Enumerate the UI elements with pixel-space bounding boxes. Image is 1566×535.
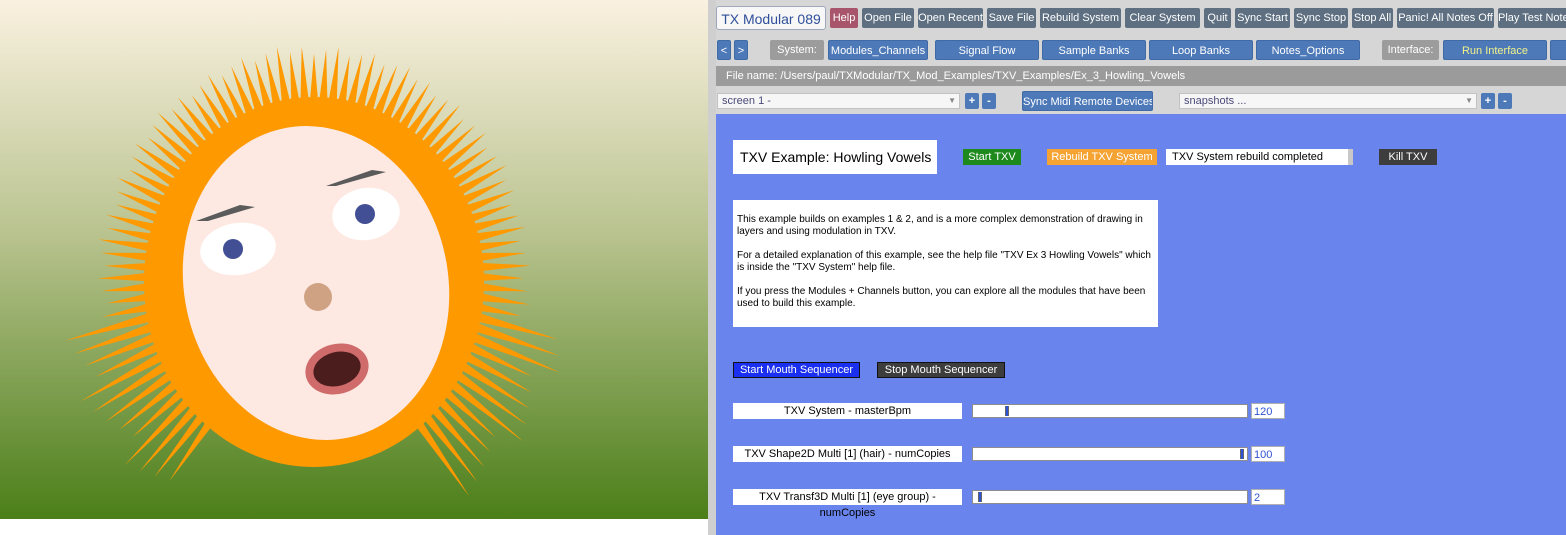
description-paragraph-2: For a detailed explanation of this examp… — [737, 250, 1151, 273]
interface-panel: TXV Example: Howling Vowels Start TXV Re… — [716, 114, 1566, 535]
tx-modular-window: TX Modular 089 Help Open File Open Recen… — [716, 0, 1566, 535]
stop-mouth-sequencer-button[interactable]: Stop Mouth Sequencer — [877, 362, 1005, 378]
pane-divider[interactable] — [708, 0, 716, 535]
rebuild-system-button[interactable]: Rebuild System — [1040, 8, 1121, 28]
remove-snapshot-button[interactable]: - — [1498, 93, 1512, 109]
system-label: System: — [770, 40, 824, 60]
overflow-interface-button[interactable] — [1550, 40, 1566, 60]
slider-thumb[interactable] — [978, 492, 982, 502]
previous-screen-button[interactable]: < — [717, 40, 731, 60]
snapshots-select-value: snapshots ... — [1184, 95, 1247, 107]
kill-txv-button[interactable]: Kill TXV — [1379, 149, 1437, 165]
screen-select[interactable]: screen 1 - ▼ — [717, 93, 960, 109]
slider-thumb[interactable] — [1240, 449, 1244, 459]
description-box: This example builds on examples 1 & 2, a… — [733, 200, 1158, 327]
chevron-down-icon: ▼ — [948, 96, 956, 105]
loop-banks-button[interactable]: Loop Banks — [1149, 40, 1253, 60]
notes-options-button[interactable]: Notes_Options — [1256, 40, 1360, 60]
description-paragraph-3: If you press the Modules + Channels butt… — [737, 286, 1146, 309]
master-bpm-value[interactable]: 120 — [1251, 403, 1285, 419]
open-recent-button[interactable]: Open Recent — [918, 8, 983, 28]
master-bpm-slider[interactable] — [972, 404, 1248, 418]
sync-stop-button[interactable]: Sync Stop — [1294, 8, 1348, 28]
start-txv-button[interactable]: Start TXV — [963, 149, 1021, 165]
add-snapshot-button[interactable]: + — [1481, 93, 1495, 109]
eye-group-numcopies-slider[interactable] — [972, 490, 1248, 504]
rebuild-txv-system-button[interactable]: Rebuild TXV System — [1047, 149, 1157, 165]
start-mouth-sequencer-button[interactable]: Start Mouth Sequencer — [733, 362, 860, 378]
run-interface-button[interactable]: Run Interface — [1443, 40, 1547, 60]
sync-start-button[interactable]: Sync Start — [1235, 8, 1290, 28]
face-artwork — [0, 0, 708, 519]
hair-numcopies-value[interactable]: 100 — [1251, 446, 1285, 462]
open-file-button[interactable]: Open File — [862, 8, 914, 28]
snapshots-select[interactable]: snapshots ... ▼ — [1179, 93, 1477, 109]
right-pupil — [355, 204, 375, 224]
render-canvas — [0, 0, 708, 519]
screen-select-value: screen 1 - — [722, 95, 771, 107]
panic-all-notes-off-button[interactable]: Panic! All Notes Off — [1397, 8, 1494, 28]
nose — [304, 283, 332, 311]
example-title: TXV Example: Howling Vowels — [733, 140, 937, 174]
description-paragraph-1: This example builds on examples 1 & 2, a… — [737, 214, 1143, 237]
modules-channels-button[interactable]: Modules_Channels — [828, 40, 928, 60]
eye-group-numcopies-label: TXV Transf3D Multi [1] (eye group) - num… — [733, 489, 962, 519]
add-screen-button[interactable]: + — [965, 93, 979, 109]
save-file-button[interactable]: Save File — [987, 8, 1036, 28]
txv-status-field: TXV System rebuild completed — [1166, 149, 1353, 165]
slider-thumb[interactable] — [1005, 406, 1009, 416]
play-test-note-button[interactable]: Play Test Note — [1498, 8, 1566, 28]
next-screen-button[interactable]: > — [734, 40, 748, 60]
clear-system-button[interactable]: Clear System — [1125, 8, 1200, 28]
signal-flow-button[interactable]: Signal Flow — [935, 40, 1039, 60]
interface-label: Interface: — [1382, 40, 1439, 60]
sample-banks-button[interactable]: Sample Banks — [1042, 40, 1146, 60]
app-title: TX Modular 089 — [716, 6, 826, 30]
left-pupil — [223, 239, 243, 259]
hair-numcopies-slider[interactable] — [972, 447, 1248, 461]
help-button[interactable]: Help — [830, 8, 858, 28]
file-name-bar: File name: /Users/paul/TXModular/TX_Mod_… — [716, 66, 1566, 86]
hair-numcopies-label: TXV Shape2D Multi [1] (hair) - numCopies — [733, 446, 962, 462]
quit-button[interactable]: Quit — [1204, 8, 1231, 28]
master-bpm-label: TXV System - masterBpm — [733, 403, 962, 419]
sync-midi-remote-devices-button[interactable]: Sync Midi Remote Devices — [1022, 91, 1153, 111]
eye-group-numcopies-value[interactable]: 2 — [1251, 489, 1285, 505]
chevron-down-icon: ▼ — [1465, 96, 1473, 105]
remove-screen-button[interactable]: - — [982, 93, 996, 109]
stop-all-button[interactable]: Stop All — [1352, 8, 1393, 28]
